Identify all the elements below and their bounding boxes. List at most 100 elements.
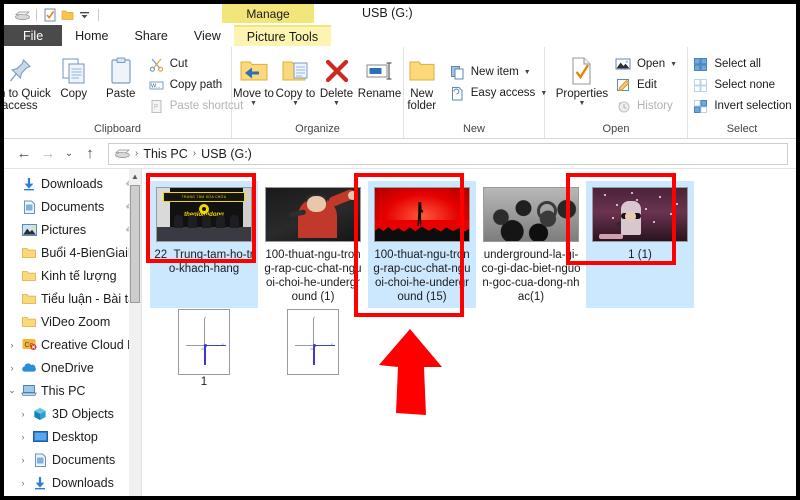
new-folder-icon[interactable] (59, 7, 76, 23)
chevron-down-icon[interactable]: ⌄ (4, 385, 20, 396)
open-picture-icon (615, 56, 632, 73)
copy-to-button[interactable]: Copy to ▼ (275, 50, 317, 107)
sidebar-item-downloads[interactable]: › Downloads (4, 471, 141, 494)
delete-button[interactable]: Delete ▼ (317, 50, 357, 107)
tab-picture-tools[interactable]: Picture Tools (233, 25, 332, 46)
creative-cloud-icon: Cc (20, 338, 38, 351)
new-folder-label: New folder (407, 88, 437, 112)
history-button[interactable]: History (612, 96, 680, 116)
copy-path-label: Copy path (169, 79, 223, 91)
sidebar-item-label: Documents (41, 199, 105, 214)
chevron-right-icon[interactable]: › (15, 432, 31, 442)
open-button[interactable]: Open ▼ (612, 54, 680, 74)
file-tile[interactable]: 100-thuat-ngu-trong-rap-cuc-chat-nguoi-c… (259, 181, 367, 308)
file-thumbnail: yxO (264, 308, 362, 375)
sidebar-item-bu-i-4-biengiaihoiquy[interactable]: Buổi 4-BienGiaiHoiQuy (4, 241, 141, 264)
tab-file[interactable]: File (4, 25, 63, 46)
chevron-down-icon[interactable]: ▼ (670, 61, 677, 68)
easy-access-button[interactable]: Easy access ▼ (446, 83, 551, 103)
invert-selection-label: Invert selection (714, 100, 792, 112)
tab-share[interactable]: Share (122, 25, 181, 46)
invert-selection-button[interactable]: Invert selection (689, 96, 794, 116)
file-tile[interactable]: 1 (1) (586, 181, 694, 308)
chevron-right-icon[interactable]: › (4, 363, 20, 373)
sidebar-item-label: Desktop (52, 429, 98, 444)
rename-button[interactable]: Rename (357, 50, 403, 100)
navpane-scroll-thumb[interactable] (130, 185, 140, 303)
sidebar-item-label: This PC (41, 383, 86, 398)
chevron-right-icon[interactable]: › (15, 455, 31, 465)
file-list-view[interactable]: TRUNG TÂM SỬA CHỮAthegioididong 22_Trung-… (142, 169, 796, 496)
chevron-right-icon[interactable]: › (15, 478, 31, 488)
this-pc-icon (20, 384, 38, 397)
sidebar-item-onedrive[interactable]: › OneDrive (4, 356, 141, 379)
file-name-label: 22_Trung-tam-ho-tro-khach-hang (154, 248, 254, 276)
scroll-up-arrow-icon[interactable]: ▲ (129, 169, 141, 183)
chevron-down-icon[interactable]: ▼ (250, 100, 257, 107)
new-folder-button[interactable]: New folder (398, 50, 446, 112)
forward-arrow-icon[interactable]: → (36, 142, 60, 166)
sidebar-item-downloads[interactable]: Downloads✐ (4, 172, 141, 195)
group-title-organize: Organize (295, 123, 340, 135)
drive-icon[interactable] (14, 7, 31, 23)
chevron-down-icon[interactable]: ▼ (524, 69, 531, 76)
file-tile[interactable]: underground-la-gi-co-gi-dac-biet-nguon-g… (477, 181, 585, 308)
sidebar-item-documents[interactable]: Documents✐ (4, 195, 141, 218)
properties-check-icon[interactable] (42, 7, 59, 23)
file-tile[interactable]: 100-thuat-ngu-trong-rap-cuc-chat-nguoi-c… (368, 181, 476, 308)
customize-qat-icon[interactable] (76, 7, 93, 23)
delete-x-icon (324, 54, 350, 88)
navpane-scrollbar[interactable]: ▲ (129, 169, 141, 496)
sidebar-item-label: Kinh tế lượng (41, 268, 117, 283)
thumbnail-image (592, 187, 688, 242)
edit-button[interactable]: Edit (612, 75, 680, 95)
chevron-down-icon[interactable]: ▼ (333, 100, 340, 107)
select-all-button[interactable]: Select all (689, 54, 794, 74)
file-tile[interactable]: yxO1 (150, 308, 258, 393)
breadcrumb-separator: › (135, 148, 139, 159)
tab-view[interactable]: View (181, 25, 234, 46)
drive-icon (115, 148, 130, 159)
file-tile[interactable]: TRUNG TÂM SỬA CHỮAthegioididong 22_Trung-… (150, 181, 258, 308)
back-arrow-icon[interactable]: ← (12, 142, 36, 166)
sidebar-item-3d-objects[interactable]: › 3D Objects (4, 402, 141, 425)
navigation-list: Downloads✐Documents✐Pictures✐ Buổi 4-Bien… (4, 172, 141, 494)
sidebar-item-pictures[interactable]: Pictures✐ (4, 218, 141, 241)
recent-locations-chevron-icon[interactable]: ⌄ (60, 142, 78, 166)
file-thumbnail (482, 186, 580, 243)
copy-button[interactable]: Copy (51, 50, 97, 100)
file-tile[interactable]: yxO (259, 308, 367, 393)
sidebar-item-creative-cloud-files[interactable]: ›CcCreative Cloud Files (4, 333, 142, 356)
sidebar-item-this-pc[interactable]: ⌄ This PC (4, 379, 141, 402)
select-none-button[interactable]: Select none (689, 75, 794, 95)
tab-home[interactable]: Home (62, 25, 122, 46)
sidebar-item-video-zoom[interactable]: ViDeo Zoom (4, 310, 141, 333)
chevron-right-icon[interactable]: › (15, 409, 31, 419)
paste-button[interactable]: Paste (97, 50, 145, 100)
3d-objects-icon (31, 407, 49, 421)
chevron-right-icon[interactable]: › (4, 340, 20, 350)
ribbon-group-clipboard: Pin to Quick access Copy (4, 47, 243, 138)
sidebar-item-label: Pictures (41, 222, 87, 237)
sidebar-item-kinh-t-l-ng[interactable]: Kinh tế lượng (4, 264, 141, 287)
up-arrow-icon[interactable]: ↑ (78, 142, 102, 166)
rename-icon (365, 54, 395, 88)
properties-button[interactable]: Properties ▼ (552, 50, 612, 107)
breadcrumb-this-pc[interactable]: This PC (143, 147, 187, 161)
navigation-pane: Downloads✐Documents✐Pictures✐ Buổi 4-Bien… (4, 169, 141, 496)
chevron-down-icon[interactable]: ▼ (578, 100, 585, 107)
paste-icon (108, 54, 134, 88)
new-item-button[interactable]: New item ▼ (446, 62, 551, 82)
address-input[interactable]: › This PC › USB (G:) (108, 142, 788, 165)
chevron-down-icon[interactable]: ▼ (292, 100, 299, 107)
pin-to-quick-access-button[interactable]: Pin to Quick access (4, 50, 51, 112)
file-thumbnail (264, 186, 362, 243)
breadcrumb-usb-g[interactable]: USB (G:) (201, 147, 252, 161)
move-to-button[interactable]: Move to ▼ (233, 50, 275, 107)
sidebar-item-documents[interactable]: › Documents (4, 448, 141, 471)
folder-icon (20, 247, 38, 259)
sidebar-item-ti-u-lu-n-b-i-t-p[interactable]: Tiểu luận - Bài tập (4, 287, 141, 310)
delete-label: Delete (319, 88, 354, 100)
sidebar-item-desktop[interactable]: › Desktop (4, 425, 141, 448)
new-item-icon (449, 64, 466, 81)
